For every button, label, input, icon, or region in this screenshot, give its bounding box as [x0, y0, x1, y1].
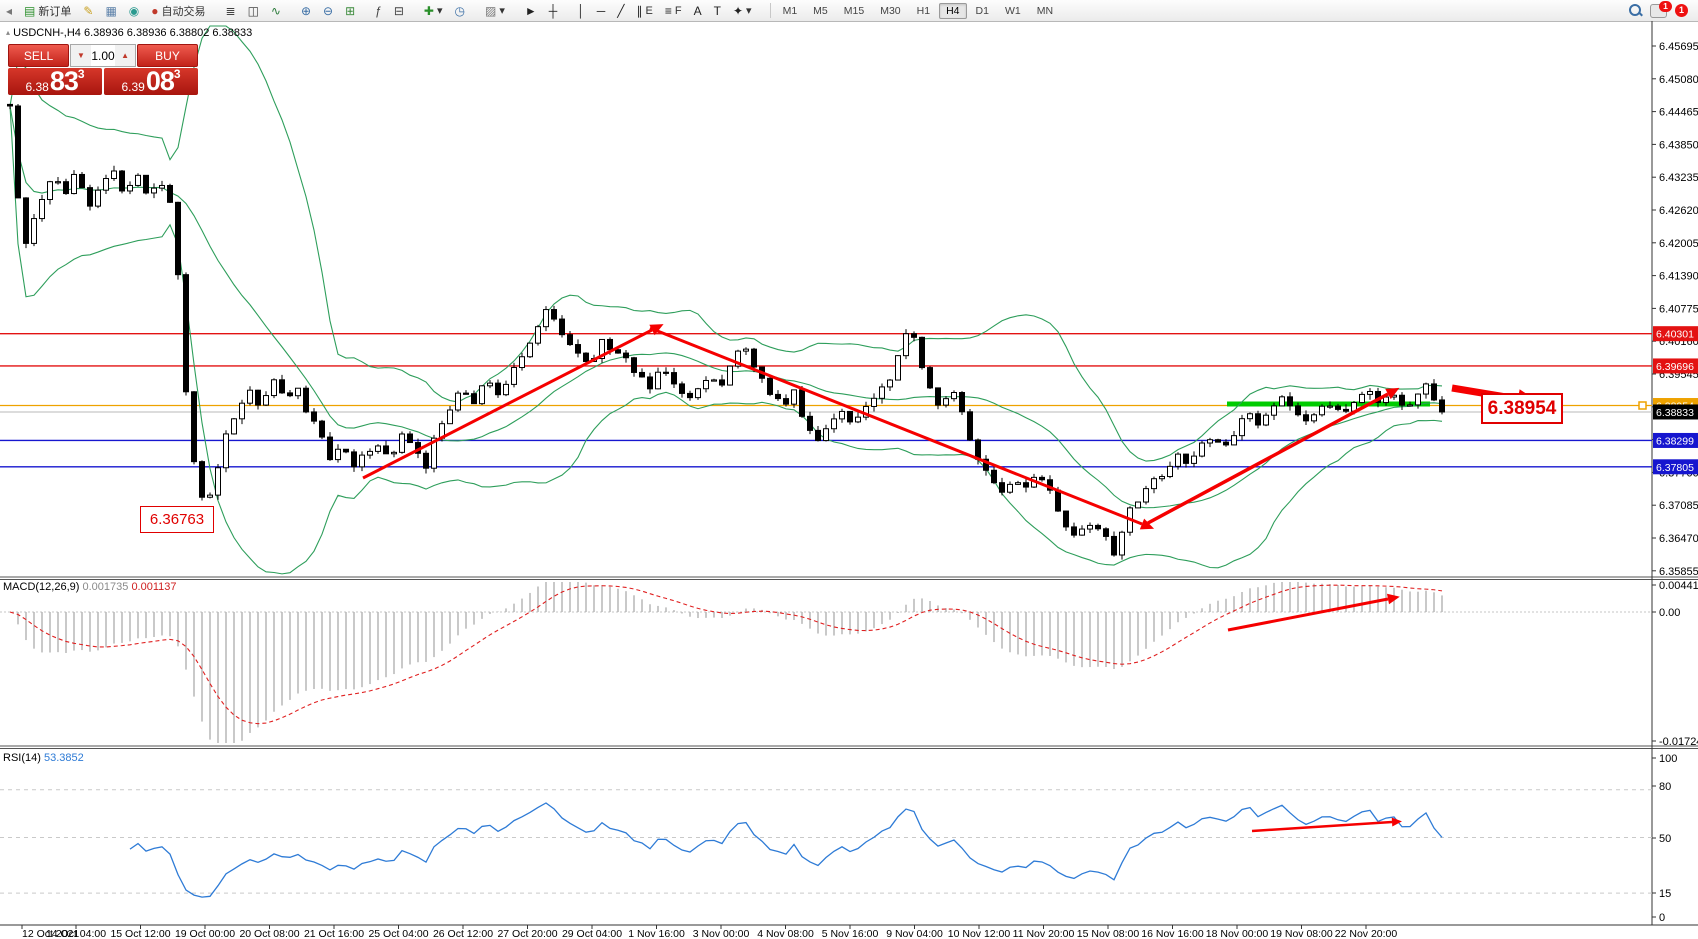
macd-signal-line [10, 585, 1442, 724]
svg-text:5 Nov 16:00: 5 Nov 16:00 [822, 928, 879, 939]
svg-text:26 Oct 12:00: 26 Oct 12:00 [433, 928, 493, 939]
svg-text:6.39696: 6.39696 [1656, 361, 1694, 373]
line-handle[interactable] [1639, 402, 1646, 409]
sell-price-pipette: 3 [78, 68, 85, 80]
price-axis[interactable]: 6.45695 6.45080 6.44465 6.43850 6.43235 6.426… [1652, 41, 1698, 924]
svg-text:1 Nov 16:00: 1 Nov 16:00 [628, 928, 685, 939]
volume-increase-button[interactable]: ▲ [115, 45, 135, 66]
svg-text:6.43850: 6.43850 [1659, 139, 1698, 151]
macd-signal-value: 0.001137 [131, 581, 176, 593]
volume-decrease-button[interactable]: ▼ [71, 45, 91, 66]
svg-text:29 Oct 04:00: 29 Oct 04:00 [562, 928, 622, 939]
svg-text:6.45695: 6.45695 [1659, 41, 1698, 53]
svg-text:9 Nov 04:00: 9 Nov 04:00 [886, 928, 943, 939]
svg-text:20 Oct 08:00: 20 Oct 08:00 [239, 928, 299, 939]
svg-text:6.38833: 6.38833 [1656, 407, 1694, 419]
svg-text:0.00: 0.00 [1659, 607, 1680, 619]
svg-text:6.43235: 6.43235 [1659, 172, 1698, 184]
volume-stepper: ▼ 1.00 ▲ [70, 44, 136, 67]
svg-text:6.35855: 6.35855 [1659, 566, 1698, 578]
macd-histogram [10, 582, 1442, 743]
one-click-trading-panel: SELL ▼ 1.00 ▲ BUY 6.38 83 3 6.39 08 3 [8, 44, 198, 95]
sell-button[interactable]: SELL [8, 44, 69, 67]
buy-price-pipette: 3 [174, 68, 181, 80]
svg-text:3 Nov 00:00: 3 Nov 00:00 [693, 928, 750, 939]
svg-text:80: 80 [1659, 781, 1671, 793]
svg-text:6.37085: 6.37085 [1659, 500, 1698, 512]
chart-title: ▴ USDCNH-,H4 6.38936 6.38936 6.38802 6.3… [6, 27, 252, 39]
target-price-label[interactable]: 6.38954 [1481, 393, 1563, 424]
svg-text:6.38299: 6.38299 [1656, 435, 1694, 447]
svg-text:19 Oct 00:00: 19 Oct 00:00 [175, 928, 235, 939]
svg-text:14 Oct 04:00: 14 Oct 04:00 [46, 928, 106, 939]
rsi-value: 53.3852 [44, 752, 84, 764]
volume-value[interactable]: 1.00 [91, 45, 115, 66]
svg-text:6.45080: 6.45080 [1659, 74, 1698, 86]
svg-text:6.42005: 6.42005 [1659, 238, 1698, 250]
svg-text:6.36470: 6.36470 [1659, 533, 1698, 545]
svg-text:-0.017247: -0.017247 [1659, 736, 1698, 748]
candlesticks [8, 104, 1445, 560]
rsi-line [130, 803, 1442, 897]
svg-text:18 Nov 00:00: 18 Nov 00:00 [1206, 928, 1269, 939]
swing-low-price-label[interactable]: 6.36763 [140, 506, 214, 533]
svg-text:6.40301: 6.40301 [1656, 329, 1694, 341]
sell-price-big: 83 [50, 69, 78, 94]
svg-text:22 Nov 20:00: 22 Nov 20:00 [1335, 928, 1398, 939]
svg-text:0.004412: 0.004412 [1659, 580, 1698, 592]
buy-price-small: 6.39 [121, 80, 144, 94]
svg-text:6.42620: 6.42620 [1659, 205, 1698, 217]
sell-price-display[interactable]: 6.38 83 3 [8, 68, 102, 95]
svg-text:0: 0 [1659, 912, 1665, 924]
svg-text:6.44465: 6.44465 [1659, 107, 1698, 119]
rsi-label: RSI(14) 53.3852 [3, 752, 84, 764]
chart-pointer-icon: ▴ [6, 28, 10, 37]
svg-text:11 Nov 20:00: 11 Nov 20:00 [1013, 928, 1075, 939]
svg-text:25 Oct 04:00: 25 Oct 04:00 [368, 928, 428, 939]
svg-text:19 Nov 08:00: 19 Nov 08:00 [1270, 928, 1333, 939]
svg-text:21 Oct 16:00: 21 Oct 16:00 [304, 928, 364, 939]
svg-text:50: 50 [1659, 833, 1671, 845]
macd-main-value: 0.001735 [82, 581, 128, 593]
svg-text:16 Nov 16:00: 16 Nov 16:00 [1141, 928, 1204, 939]
svg-text:10 Nov 12:00: 10 Nov 12:00 [948, 928, 1011, 939]
svg-text:6.41390: 6.41390 [1659, 271, 1698, 283]
svg-text:4 Nov 08:00: 4 Nov 08:00 [757, 928, 814, 939]
buy-price-big: 08 [146, 69, 174, 94]
svg-text:15 Oct 12:00: 15 Oct 12:00 [110, 928, 170, 939]
svg-text:15: 15 [1659, 888, 1671, 900]
time-axis[interactable]: 12 Oct 202114 Oct 04:0015 Oct 12:0019 Oc… [22, 925, 1397, 939]
bollinger-bands [10, 26, 1442, 574]
buy-price-display[interactable]: 6.39 08 3 [104, 68, 198, 95]
svg-text:100: 100 [1659, 753, 1677, 765]
sell-price-small: 6.38 [25, 80, 48, 94]
chart-canvas[interactable]: 6.45695 6.45080 6.44465 6.43850 6.43235 6.426… [0, 0, 1698, 939]
svg-text:6.37805: 6.37805 [1656, 462, 1694, 474]
mt4-window: ◂▤新订单✎▦◉●自动交易≣◫∿⊕⊖⊞ƒ⊟✚▾◷▨▾►┼│─╱∥E≡FAT✦▾ … [0, 0, 1698, 939]
svg-text:6.40775: 6.40775 [1659, 303, 1698, 315]
buy-button[interactable]: BUY [137, 44, 198, 67]
svg-text:15 Nov 08:00: 15 Nov 08:00 [1077, 928, 1140, 939]
macd-label: MACD(12,26,9) 0.001735 0.001137 [3, 581, 177, 593]
svg-text:27 Oct 20:00: 27 Oct 20:00 [497, 928, 557, 939]
